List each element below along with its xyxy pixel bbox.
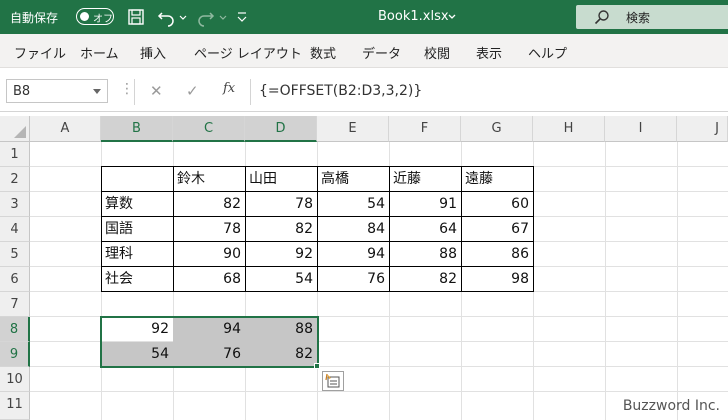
row-header-1[interactable]: 1 [0, 142, 30, 167]
quick-analysis-button[interactable] [322, 371, 344, 391]
cell-c4[interactable]: 78 [173, 217, 245, 242]
row-header-8[interactable]: 8 [0, 317, 30, 342]
column-header-g[interactable]: G [461, 116, 533, 142]
cell-e6[interactable]: 76 [317, 267, 389, 292]
row-header-4[interactable]: 4 [0, 217, 30, 242]
watermark: Buzzword Inc. [622, 398, 720, 414]
select-all-button[interactable] [0, 116, 30, 142]
search-icon [594, 10, 609, 25]
formula-bar-grip-icon[interactable]: ⋮ [120, 81, 134, 97]
tab-help[interactable]: ヘルプ [528, 43, 567, 62]
column-header-e[interactable]: E [317, 116, 389, 142]
column-header-f[interactable]: F [389, 116, 461, 142]
name-box-value: B8 [13, 84, 31, 99]
name-box-dropdown-icon[interactable] [93, 89, 101, 94]
cancel-icon[interactable]: ✕ [150, 82, 163, 100]
cell-e2[interactable]: 高橋 [317, 167, 389, 192]
cell-b5[interactable]: 理科 [101, 242, 173, 267]
cell-d4[interactable]: 82 [245, 217, 317, 242]
cell-e5[interactable]: 94 [317, 242, 389, 267]
cell-d5[interactable]: 92 [245, 242, 317, 267]
cell-e4[interactable]: 84 [317, 217, 389, 242]
insert-function-button[interactable]: fx [223, 81, 235, 96]
column-header-d[interactable]: D [245, 116, 317, 142]
search-box[interactable]: 検索 [576, 5, 728, 29]
tab-formulas[interactable]: 数式 [310, 43, 336, 62]
redo-dropdown-icon[interactable] [218, 7, 228, 27]
cell-c3[interactable]: 82 [173, 192, 245, 217]
autosave-toggle[interactable]: オフ [76, 8, 114, 25]
column-header-b[interactable]: B [101, 116, 173, 142]
row-header-10[interactable]: 10 [0, 367, 30, 392]
gridline [677, 142, 678, 420]
toggle-knob [80, 12, 89, 21]
row-header-9[interactable]: 9 [0, 342, 30, 367]
column-header-i[interactable]: I [605, 116, 677, 142]
selection-border [100, 316, 319, 368]
title-bar: 自動保存 オフ Book1.xlsx 検索 [0, 0, 728, 34]
autosave-label: 自動保存 [10, 11, 59, 25]
cell-f6[interactable]: 82 [389, 267, 461, 292]
cell-c5[interactable]: 90 [173, 242, 245, 267]
fill-handle[interactable] [314, 363, 320, 369]
column-header-j[interactable]: J [677, 116, 728, 142]
cell-b6[interactable]: 社会 [101, 267, 173, 292]
file-title[interactable]: Book1.xlsx [378, 9, 449, 24]
quick-analysis-icon [325, 373, 340, 388]
formula-input[interactable]: {=OFFSET(B2:D3,3,2)} [250, 79, 728, 105]
select-all-icon [14, 126, 26, 138]
search-placeholder: 検索 [626, 11, 651, 25]
divider [134, 79, 135, 105]
customize-qat-icon[interactable] [236, 7, 248, 27]
spreadsheet-grid[interactable]: A B C D E F G H I J 1 2 3 4 5 6 7 8 9 10… [0, 112, 728, 420]
formula-bar: B8 ⋮ ✕ ✓ fx {=OFFSET(B2:D3,3,2)} [0, 68, 728, 112]
row-header-5[interactable]: 5 [0, 242, 30, 267]
row-header-6[interactable]: 6 [0, 267, 30, 292]
row-header-3[interactable]: 3 [0, 192, 30, 217]
name-box[interactable]: B8 [6, 79, 108, 103]
cell-d3[interactable]: 78 [245, 192, 317, 217]
cell-g2[interactable]: 遠藤 [461, 167, 533, 192]
tab-view[interactable]: 表示 [476, 43, 502, 62]
cell-b3[interactable]: 算数 [101, 192, 173, 217]
cell-c2[interactable]: 鈴木 [173, 167, 245, 192]
row-header-2[interactable]: 2 [0, 167, 30, 192]
tab-review[interactable]: 校閲 [424, 43, 450, 62]
tab-insert[interactable]: 挿入 [140, 43, 166, 62]
cell-g5[interactable]: 86 [461, 242, 533, 267]
cell-f5[interactable]: 88 [389, 242, 461, 267]
table-border [533, 166, 534, 292]
cell-d2[interactable]: 山田 [245, 167, 317, 192]
tab-file[interactable]: ファイル [14, 43, 66, 62]
undo-dropdown-icon[interactable] [178, 7, 188, 27]
redo-icon[interactable] [196, 7, 216, 27]
cell-d6[interactable]: 54 [245, 267, 317, 292]
tab-home[interactable]: ホーム [80, 43, 119, 62]
cell-c6[interactable]: 68 [173, 267, 245, 292]
undo-icon[interactable] [156, 7, 176, 27]
cell-f2[interactable]: 近藤 [389, 167, 461, 192]
save-icon[interactable] [126, 7, 146, 27]
row-header-7[interactable]: 7 [0, 292, 30, 317]
column-header-h[interactable]: H [533, 116, 605, 142]
column-header-c[interactable]: C [173, 116, 245, 142]
row-header-11[interactable]: 11 [0, 392, 30, 420]
cell-f3[interactable]: 91 [389, 192, 461, 217]
cell-g4[interactable]: 67 [461, 217, 533, 242]
cell-b4[interactable]: 国語 [101, 217, 173, 242]
tab-page-layout[interactable]: ページ レイアウト [194, 43, 302, 62]
gridline [30, 391, 728, 392]
column-header-a[interactable]: A [30, 116, 101, 142]
chevron-down-icon[interactable] [447, 7, 457, 27]
enter-icon[interactable]: ✓ [186, 82, 199, 100]
autosave-toggle-state: オフ [93, 14, 113, 25]
cell-f4[interactable]: 64 [389, 217, 461, 242]
tab-data[interactable]: データ [362, 43, 401, 62]
cell-g6[interactable]: 98 [461, 267, 533, 292]
cell-g3[interactable]: 60 [461, 192, 533, 217]
gridline [605, 142, 606, 420]
cell-e3[interactable]: 54 [317, 192, 389, 217]
ribbon-tabs: ファイル ホーム 挿入 ページ レイアウト 数式 データ 校閲 表示 ヘルプ [0, 34, 728, 68]
